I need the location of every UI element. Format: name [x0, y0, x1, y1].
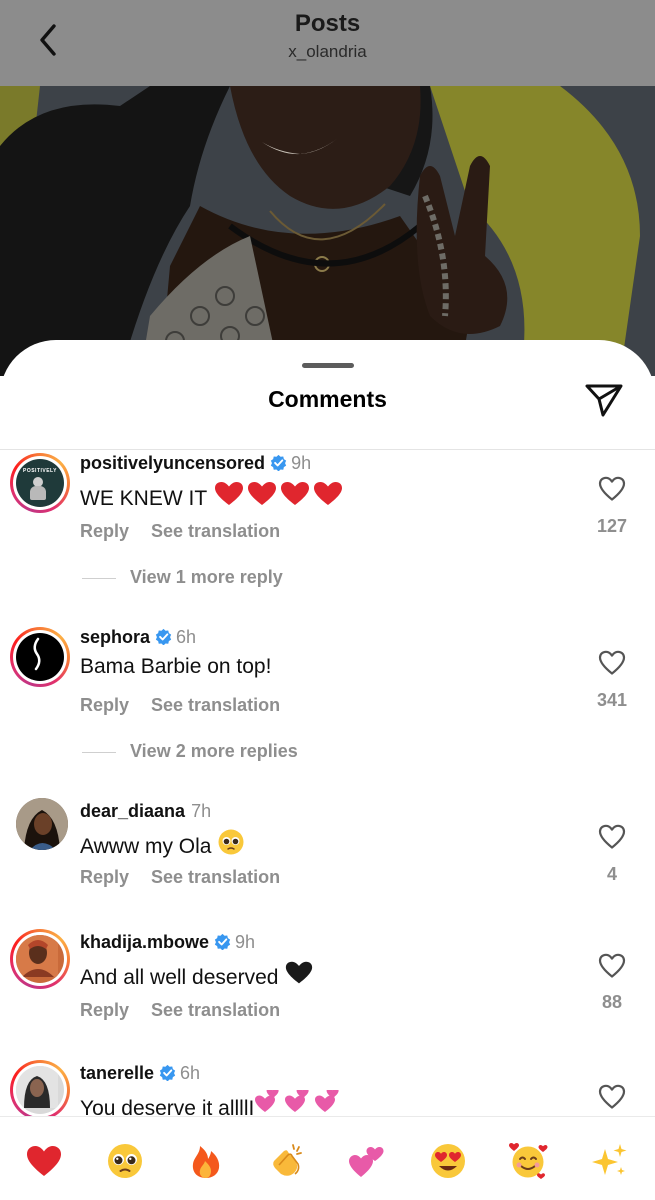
like-count: 88 — [601, 992, 623, 1012]
sephora-logo-icon — [33, 637, 41, 671]
view-more-replies-button[interactable]: View 1 more reply — [82, 567, 283, 588]
emoji-reaction-bar — [0, 1116, 655, 1200]
comment-time: 7h — [191, 801, 212, 821]
comment-text-body: Awww my Ola — [80, 835, 212, 858]
like-heart-icon[interactable] — [598, 953, 626, 979]
comment-text: Awww my Ola — [80, 828, 245, 859]
avatar-story-ring[interactable] — [10, 627, 70, 687]
reply-button[interactable]: Reply — [80, 695, 129, 715]
pleading-face-emoji-icon[interactable] — [105, 1141, 145, 1181]
like-heart-icon[interactable] — [598, 1084, 626, 1110]
post-photo — [0, 86, 655, 376]
see-translation-button[interactable]: See translation — [151, 867, 280, 887]
comment-time: 9h — [291, 453, 312, 473]
two-hearts-emoji-icon — [255, 1090, 339, 1112]
like-heart-icon[interactable] — [598, 824, 626, 850]
two-hearts-emoji-icon[interactable] — [347, 1141, 387, 1181]
sheet-grabber-handle[interactable] — [302, 363, 354, 368]
like-count: 341 — [596, 690, 628, 710]
like-count: 4 — [606, 864, 617, 884]
see-translation-button[interactable]: See translation — [151, 1000, 280, 1020]
comment-username[interactable]: khadija.mbowe — [80, 932, 209, 952]
comment-text: You deserve it allllI — [80, 1090, 344, 1118]
avatar-story-ring[interactable] — [10, 1060, 70, 1118]
like-count: 127 — [596, 516, 628, 536]
thread-line — [82, 577, 116, 579]
comment-username[interactable]: positivelyuncensored — [80, 453, 265, 473]
comment-time: 6h — [180, 1063, 201, 1083]
comments-sheet: Comments POSITIVELY positivelyuncensored… — [0, 340, 655, 1200]
like-heart-icon[interactable] — [598, 650, 626, 676]
verified-badge-icon — [270, 454, 287, 471]
reply-button[interactable]: Reply — [80, 1000, 129, 1020]
comment-time: 9h — [235, 932, 256, 952]
red-heart-emoji-icon[interactable] — [24, 1141, 64, 1181]
black-heart-emoji-icon — [286, 961, 313, 984]
see-translation-button[interactable]: See translation — [151, 695, 280, 715]
see-translation-button[interactable]: See translation — [151, 521, 280, 541]
comment-username[interactable]: dear_diaana — [80, 801, 185, 821]
avatar-story-ring[interactable] — [10, 929, 70, 989]
avatar-brand-text: POSITIVELY — [23, 468, 57, 474]
heart-eyes-emoji-icon[interactable] — [428, 1141, 468, 1181]
comment-header: dear_diaana 7h — [80, 801, 211, 822]
avatar — [16, 633, 64, 681]
comment-text: WE KNEW IT — [80, 480, 345, 511]
verified-badge-icon — [159, 1064, 176, 1081]
reply-button[interactable]: Reply — [80, 867, 129, 887]
avatar — [16, 935, 64, 983]
view-more-replies-button[interactable]: View 2 more replies — [82, 741, 298, 762]
comment-header: khadija.mbowe 9h — [80, 932, 255, 953]
comments-list[interactable]: POSITIVELY positivelyuncensored 9h WE KNE… — [0, 450, 655, 1118]
avatar[interactable] — [16, 798, 68, 850]
red-heart-emoji-icon — [214, 482, 342, 505]
reply-button[interactable]: Reply — [80, 521, 129, 541]
like-heart-icon[interactable] — [598, 476, 626, 502]
avatar-story-ring[interactable]: POSITIVELY — [10, 453, 70, 513]
clapping-hands-emoji-icon[interactable] — [266, 1141, 306, 1181]
comment-actions: Reply See translation — [80, 1000, 280, 1021]
verified-badge-icon — [155, 628, 172, 645]
comment-actions: Reply See translation — [80, 695, 280, 716]
fire-emoji-icon[interactable] — [186, 1141, 226, 1181]
comment-actions: Reply See translation — [80, 521, 280, 542]
sparkles-emoji-icon[interactable] — [589, 1141, 629, 1181]
comment-text-body: Bama Barbie on top! — [80, 655, 272, 678]
comment-header: sephora 6h — [80, 627, 196, 648]
avatar — [16, 1066, 64, 1114]
post-header: Posts x_olandria — [0, 0, 655, 86]
comment-time: 6h — [176, 627, 197, 647]
page-subtitle-username[interactable]: x_olandria — [0, 42, 655, 62]
thread-line — [82, 751, 116, 753]
view-more-replies-label: View 1 more reply — [130, 567, 283, 587]
comment-text-body: WE KNEW IT — [80, 487, 207, 510]
pleading-face-emoji-icon — [218, 829, 244, 855]
comment-text: And all well deserved — [80, 959, 314, 990]
view-more-replies-label: View 2 more replies — [130, 741, 298, 761]
comment-header: tanerelle 6h — [80, 1063, 200, 1084]
smiling-hearts-emoji-icon[interactable] — [508, 1141, 548, 1181]
comment-header: positivelyuncensored 9h — [80, 453, 311, 474]
comment-username[interactable]: sephora — [80, 627, 150, 647]
comment-actions: Reply See translation — [80, 867, 280, 888]
verified-badge-icon — [214, 933, 231, 950]
page-title: Posts — [294, 10, 361, 37]
comment-text-body: And all well deserved — [80, 966, 279, 989]
avatar: POSITIVELY — [16, 459, 64, 507]
send-icon[interactable] — [584, 382, 624, 418]
sheet-title: Comments — [268, 386, 387, 412]
comment-username[interactable]: tanerelle — [80, 1063, 154, 1083]
comment-text-body: You deserve it allllI — [80, 1097, 255, 1118]
